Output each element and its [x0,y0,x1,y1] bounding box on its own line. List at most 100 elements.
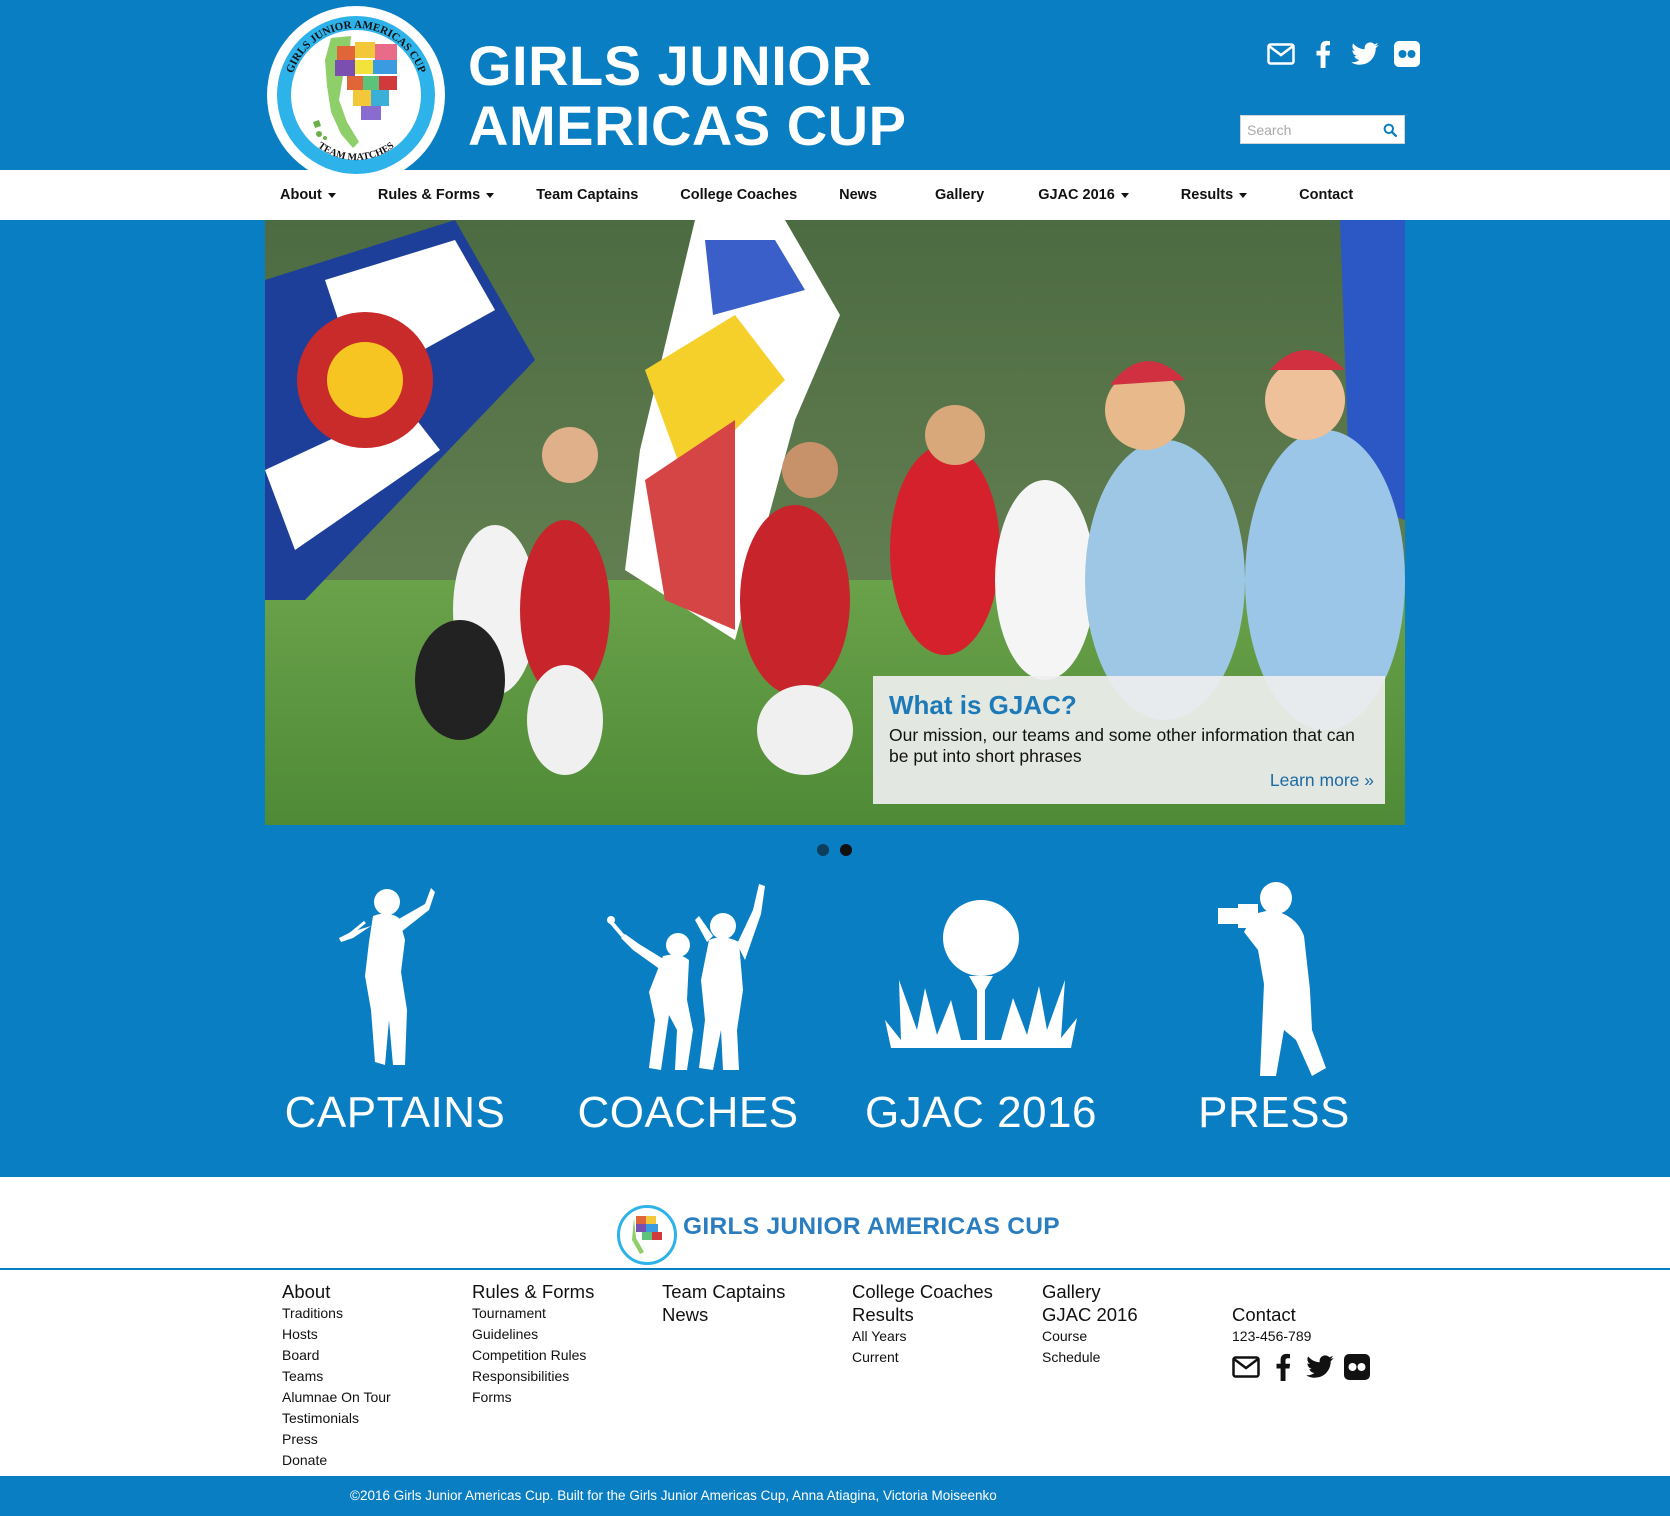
search-input[interactable] [1241,117,1379,142]
site-title-line-1: GIRLS JUNIOR [468,34,873,97]
footer-heading[interactable]: Results [852,1303,1032,1326]
facebook-icon[interactable] [1309,40,1337,68]
footer-heading[interactable]: About [282,1280,462,1303]
footer-col-captains-news: Team Captains News [662,1280,842,1326]
caret-down-icon [327,192,336,198]
nav-item-college-coaches[interactable]: College Coaches [670,170,807,220]
footer-col-gallery-gjac: Gallery GJAC 2016 Course Schedule [1042,1280,1222,1368]
copyright-text: ©2016 Girls Junior Americas Cup. Built f… [350,1488,997,1503]
caret-down-icon [1239,192,1248,198]
footer-link[interactable]: Donate [282,1450,462,1471]
footer-link[interactable]: Guidelines [472,1324,652,1345]
footer-links: About Traditions Hosts Board Teams Alumn… [0,1270,1670,1476]
footer-link[interactable]: Course [1042,1326,1222,1347]
nav-label: Gallery [935,187,985,203]
footer-brand-text: GIRLS JUNIOR AMERICAS CUP [683,1213,1060,1240]
nav-item-gallery[interactable]: Gallery [925,170,994,220]
facebook-icon[interactable] [1269,1353,1297,1381]
footer-link[interactable]: Alumnae On Tour [282,1387,462,1408]
footer-link[interactable]: Board [282,1345,462,1366]
site-logo[interactable]: GIRLS JUNIOR AMERICAS CUP TEAM MATCHES [267,6,445,184]
tile-press[interactable]: PRESS [1144,880,1404,1140]
footer-col-contact: Contact 123-456-789 [1232,1303,1412,1381]
footer-brand: GIRLS JUNIOR AMERICAS CUP [0,1177,1670,1270]
carousel-dot[interactable] [817,844,829,856]
nav-item-gjac-2016[interactable]: GJAC 2016 [1028,170,1139,220]
footer-heading[interactable]: Team Captains [662,1280,842,1303]
tile-coaches[interactable]: COACHES [558,880,818,1140]
tile-label: COACHES [577,1088,799,1137]
flickr-icon[interactable] [1393,40,1421,68]
golf-ball-tee-icon [885,900,1077,1048]
footer-link[interactable]: Teams [282,1366,462,1387]
footer-link[interactable]: Press [282,1429,462,1450]
footer-link[interactable]: Tournament [472,1303,652,1324]
nav-label: Results [1180,187,1234,203]
header-social-links [1267,40,1421,68]
twitter-icon[interactable] [1306,1353,1334,1381]
footer-col-coaches-results: College Coaches Results All Years Curren… [852,1280,1032,1368]
footer-link[interactable]: All Years [852,1326,1032,1347]
nav-label: News [839,187,878,203]
svg-text:GIRLS JUNIOR AMERICAS CUP: GIRLS JUNIOR AMERICAS CUP [284,19,428,75]
caption-text: Our mission, our teams and some other in… [889,725,1355,766]
golfer-swing-icon [339,888,435,1065]
flickr-icon[interactable] [1343,1353,1371,1381]
site-header: GIRLS JUNIOR AMERICAS CUP [0,0,1670,170]
nav-item-team-captains[interactable]: Team Captains [526,170,648,220]
nav-label: Rules & Forms [377,187,481,203]
footer-link[interactable]: Current [852,1347,1032,1368]
nav-label: About [280,187,322,203]
footer-phone: 123-456-789 [1232,1328,1312,1344]
footer-social-links [1232,1353,1412,1381]
footer-col-rules-forms: Rules & Forms Tournament Guidelines Comp… [472,1280,652,1408]
footer-link[interactable]: Hosts [282,1324,462,1345]
tile-gjac-2016[interactable]: GJAC 2016 [851,880,1111,1140]
footer-link[interactable]: Schedule [1042,1347,1222,1368]
envelope-icon[interactable] [1267,40,1295,68]
learn-more-link[interactable]: Learn more » [1270,770,1374,791]
tile-captains[interactable]: CAPTAINS [265,880,525,1140]
caret-down-icon [486,192,495,198]
hero-carousel[interactable]: What is GJAC? Our mission, our teams and… [265,220,1405,825]
nav-item-contact[interactable]: Contact [1289,170,1363,220]
feature-tiles: CAPTAINS COACHES GJAC 2016 PRESS [265,880,1405,1140]
nav-item-results[interactable]: Results [1171,170,1257,220]
footer-col-about: About Traditions Hosts Board Teams Alumn… [282,1280,462,1471]
coaches-icon [607,884,765,1070]
footer-heading[interactable]: Gallery [1042,1280,1222,1303]
nav-label: Team Captains [536,187,639,203]
nav-label: College Coaches [680,187,798,203]
hero-caption: What is GJAC? Our mission, our teams and… [873,676,1385,804]
nav-item-news[interactable]: News [829,170,887,220]
caret-down-icon [1120,192,1129,198]
svg-text:TEAM MATCHES: TEAM MATCHES [316,140,397,163]
footer-link[interactable]: Testimonials [282,1408,462,1429]
site-title[interactable]: GIRLS JUNIOR AMERICAS CUP [468,36,906,156]
twitter-icon[interactable] [1351,40,1379,68]
search-box [1240,115,1405,144]
tile-label: CAPTAINS [284,1088,506,1137]
footer-link[interactable]: Traditions [282,1303,462,1324]
nav-label: Contact [1299,187,1354,203]
footer-heading[interactable]: College Coaches [852,1280,1032,1303]
copyright-bar: ©2016 Girls Junior Americas Cup. Built f… [0,1476,1670,1516]
footer-link[interactable]: Responsibilities [472,1366,652,1387]
envelope-icon[interactable] [1232,1353,1260,1381]
footer-logo[interactable] [617,1205,677,1265]
carousel-dot-active[interactable] [840,844,852,856]
tile-label: GJAC 2016 [865,1088,1097,1137]
search-icon[interactable] [1379,119,1401,141]
photographer-icon [1218,882,1326,1076]
footer-link[interactable]: Competition Rules [472,1345,652,1366]
tile-label: PRESS [1198,1088,1350,1137]
site-title-line-2: AMERICAS CUP [468,94,907,157]
main-nav: About Rules & Forms Team Captains Colleg… [0,170,1670,220]
footer-heading[interactable]: Contact [1232,1303,1412,1326]
footer-link[interactable]: Forms [472,1387,652,1408]
footer-heading[interactable]: News [662,1303,842,1326]
footer-heading[interactable]: Rules & Forms [472,1280,652,1303]
nav-label: GJAC 2016 [1038,187,1115,203]
footer-heading[interactable]: GJAC 2016 [1042,1303,1222,1326]
logo-ring-text: GIRLS JUNIOR AMERICAS CUP TEAM MATCHES [284,19,428,163]
